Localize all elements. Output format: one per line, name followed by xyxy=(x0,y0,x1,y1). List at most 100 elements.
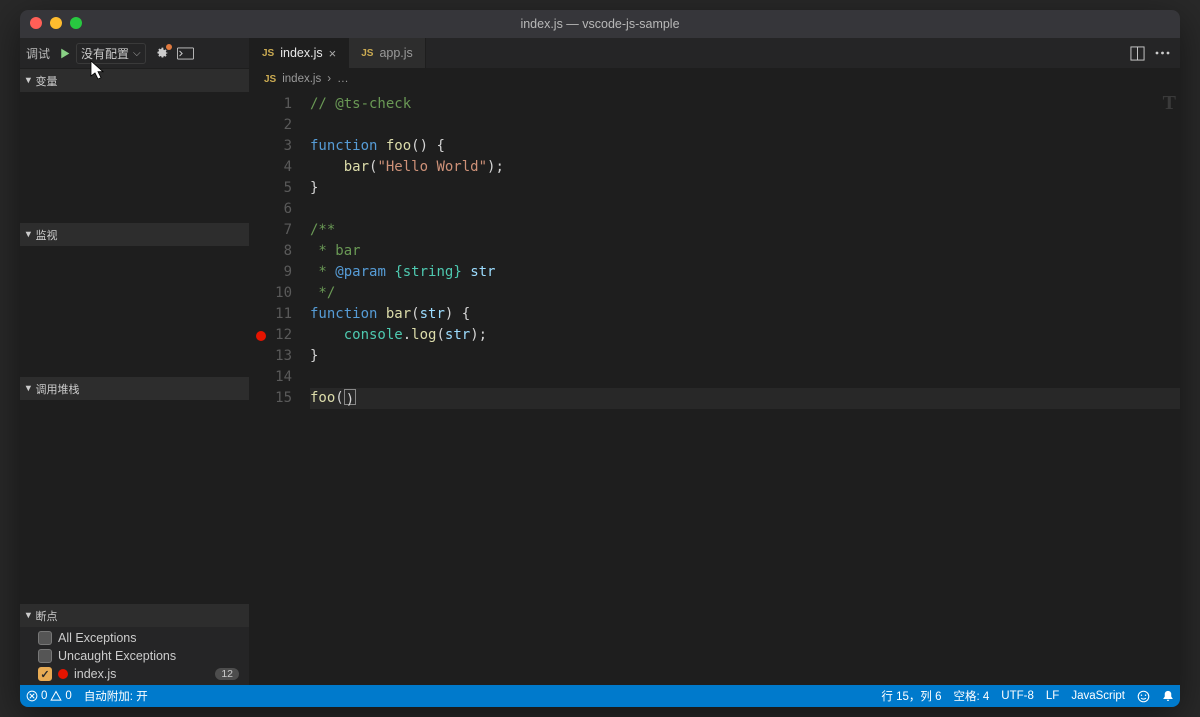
breadcrumb-tail: … xyxy=(337,73,349,85)
variables-label: 变量 xyxy=(36,73,58,89)
debug-toolbar: 调试 没有配置 ⌵ xyxy=(20,38,249,68)
line-gutter[interactable]: 123456789101112131415 xyxy=(250,90,310,685)
close-window-icon[interactable] xyxy=(30,17,42,29)
checkbox[interactable]: ✓ xyxy=(38,667,52,681)
line-number[interactable]: 13 xyxy=(250,346,310,367)
debug-sidebar: 调试 没有配置 ⌵ ▸ 变量 xyxy=(20,38,250,685)
line-number[interactable]: 12 xyxy=(250,325,310,346)
js-file-icon: JS xyxy=(264,74,276,85)
warning-icon xyxy=(50,690,62,702)
start-debug-button[interactable] xyxy=(56,47,72,60)
code-line[interactable]: * @param {string} str xyxy=(310,262,1180,283)
checkbox[interactable] xyxy=(38,631,52,645)
editor-actions xyxy=(1120,38,1180,68)
editor-tabs: JS index.js × JSapp.js xyxy=(250,38,1180,68)
code-editor[interactable]: 123456789101112131415 // @ts-checkfuncti… xyxy=(250,90,1180,685)
breakpoint-line-badge: 12 xyxy=(215,668,239,680)
line-number[interactable]: 11 xyxy=(250,304,310,325)
line-number[interactable]: 2 xyxy=(250,115,310,136)
breakpoint-item[interactable]: Uncaught Exceptions xyxy=(20,647,249,665)
eol-button[interactable]: LF xyxy=(1040,688,1065,704)
line-number[interactable]: 9 xyxy=(250,262,310,283)
js-file-icon: JS xyxy=(361,48,373,59)
breakpoint-label: Uncaught Exceptions xyxy=(58,649,176,663)
code-line[interactable]: /** xyxy=(310,220,1180,241)
code-line[interactable]: function bar(str) { xyxy=(310,304,1180,325)
line-number[interactable]: 4 xyxy=(250,157,310,178)
breakpoint-label: All Exceptions xyxy=(58,631,137,645)
warning-count: 0 xyxy=(65,690,71,702)
line-number[interactable]: 14 xyxy=(250,367,310,388)
code-line[interactable]: // @ts-check xyxy=(310,94,1180,115)
line-number[interactable]: 6 xyxy=(250,199,310,220)
code-line[interactable]: bar("Hello World"); xyxy=(310,157,1180,178)
line-number[interactable]: 7 xyxy=(250,220,310,241)
line-number[interactable]: 10 xyxy=(250,283,310,304)
minimap[interactable]: T xyxy=(1163,92,1176,115)
watch-panel xyxy=(20,246,249,376)
code-line[interactable]: * bar xyxy=(310,241,1180,262)
debug-config-label: 没有配置 xyxy=(81,45,129,62)
chevron-down-icon: ▸ xyxy=(22,78,35,84)
breadcrumb-file: index.js xyxy=(282,73,321,85)
editor-tab[interactable]: JSindex.js× xyxy=(250,38,349,68)
breadcrumb[interactable]: JS index.js › … xyxy=(250,68,1180,90)
variables-panel xyxy=(20,92,249,222)
code-line[interactable]: */ xyxy=(310,283,1180,304)
code-line[interactable] xyxy=(310,199,1180,220)
chevron-down-icon: ▸ xyxy=(22,613,35,619)
maximize-window-icon[interactable] xyxy=(70,17,82,29)
watch-section-header[interactable]: ▸ 监视 xyxy=(20,222,249,246)
code-content[interactable]: // @ts-check function foo() { bar("Hello … xyxy=(310,90,1180,685)
chevron-down-icon: ⌵ xyxy=(133,48,141,59)
status-bar: 0 0 自动附加: 开 行 15，列 6 空格: 4 UTF-8 LF Java… xyxy=(20,685,1180,707)
editor-tab[interactable]: JSapp.js xyxy=(349,38,426,68)
breakpoint-item[interactable]: ✓ index.js 12 xyxy=(20,665,249,683)
debug-settings-button[interactable] xyxy=(154,46,169,61)
window-controls xyxy=(30,17,82,29)
titlebar: index.js — vscode-js-sample xyxy=(20,10,1180,38)
variables-section-header[interactable]: ▸ 变量 xyxy=(20,68,249,92)
cursor-position-button[interactable]: 行 15，列 6 xyxy=(875,688,947,704)
indentation-button[interactable]: 空格: 4 xyxy=(948,688,996,704)
breakpoints-section-header[interactable]: ▸ 断点 xyxy=(20,603,249,627)
minimize-window-icon[interactable] xyxy=(50,17,62,29)
notifications-button[interactable] xyxy=(1156,688,1180,704)
chevron-down-icon: ▸ xyxy=(22,232,35,238)
code-line[interactable] xyxy=(310,367,1180,388)
breakpoint-dot-icon[interactable] xyxy=(256,331,266,341)
feedback-button[interactable] xyxy=(1131,688,1156,704)
settings-badge-icon xyxy=(166,44,172,50)
encoding-button[interactable]: UTF-8 xyxy=(995,688,1040,704)
split-editor-button[interactable] xyxy=(1130,46,1145,61)
code-line[interactable]: console.log(str); xyxy=(310,325,1180,346)
error-count: 0 xyxy=(41,690,47,702)
debug-config-select[interactable]: 没有配置 ⌵ xyxy=(76,43,146,64)
code-line[interactable]: function foo() { xyxy=(310,136,1180,157)
line-number[interactable]: 1 xyxy=(250,94,310,115)
breadcrumb-sep-icon: › xyxy=(327,73,331,85)
line-number[interactable]: 3 xyxy=(250,136,310,157)
breakpoint-label: index.js xyxy=(74,667,116,681)
line-number[interactable]: 8 xyxy=(250,241,310,262)
breakpoints-label: 断点 xyxy=(36,608,58,624)
code-line[interactable]: } xyxy=(310,346,1180,367)
checkbox[interactable] xyxy=(38,649,52,663)
auto-attach-button[interactable]: 自动附加: 开 xyxy=(78,688,154,704)
line-number[interactable]: 15 xyxy=(250,388,310,409)
breakpoint-item[interactable]: All Exceptions xyxy=(20,629,249,647)
close-tab-icon[interactable]: × xyxy=(329,46,337,61)
line-number[interactable]: 5 xyxy=(250,178,310,199)
callstack-section-header[interactable]: ▸ 调用堆栈 xyxy=(20,376,249,400)
smiley-icon xyxy=(1137,690,1150,703)
more-actions-button[interactable] xyxy=(1155,51,1170,55)
code-line[interactable]: } xyxy=(310,178,1180,199)
debug-console-button[interactable] xyxy=(177,47,194,60)
code-line[interactable]: foo() xyxy=(310,388,1180,409)
language-mode-button[interactable]: JavaScript xyxy=(1065,688,1131,704)
code-line[interactable] xyxy=(310,115,1180,136)
bell-icon xyxy=(1162,690,1174,703)
problems-button[interactable]: 0 0 xyxy=(20,690,78,702)
tab-label: index.js xyxy=(280,46,322,60)
app-window: index.js — vscode-js-sample 调试 没有配置 ⌵ xyxy=(20,10,1180,707)
